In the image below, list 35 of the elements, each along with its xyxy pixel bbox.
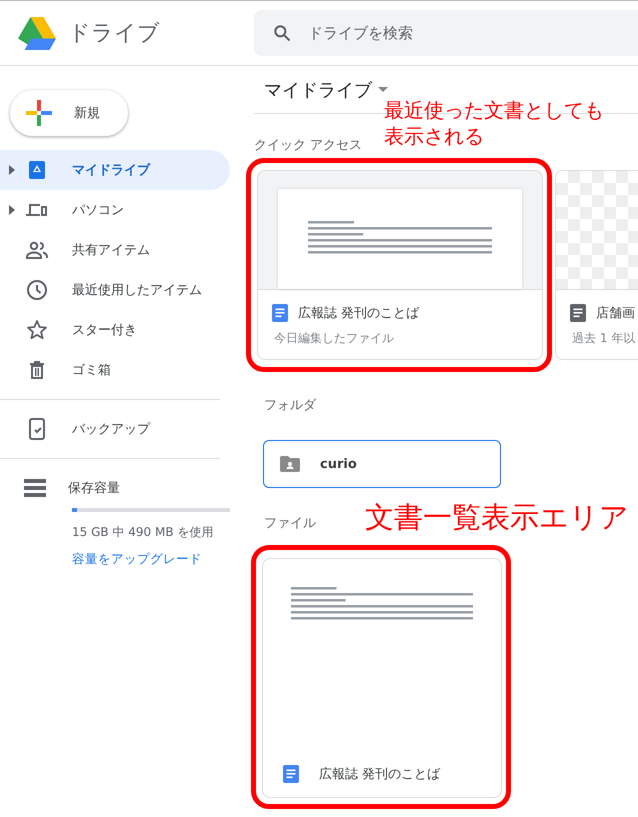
sidebar-item[interactable]: パソコン bbox=[0, 190, 230, 230]
file-subtitle: 過去 1 年以 bbox=[571, 330, 636, 347]
drive-logo-icon bbox=[18, 16, 56, 50]
annotation-text: 文書一覧表示エリア bbox=[365, 499, 629, 536]
clock-icon bbox=[25, 278, 49, 302]
expand-caret-icon[interactable] bbox=[9, 205, 15, 215]
files-heading: ファイル bbox=[264, 515, 316, 532]
file-name: 広報誌 発刊のことば bbox=[298, 305, 420, 322]
quick-access-heading: クイック アクセス bbox=[254, 137, 362, 154]
sidebar-item[interactable]: スター付き bbox=[0, 310, 230, 350]
storage-label: 保存容量 bbox=[68, 480, 120, 497]
upgrade-link[interactable]: 容量をアップグレード bbox=[72, 551, 240, 568]
file-card[interactable]: 広報誌 発刊のことば bbox=[262, 558, 502, 798]
sidebar-item[interactable]: マイドライブ bbox=[0, 150, 230, 190]
shared-folder-icon bbox=[280, 456, 300, 472]
storage-icon bbox=[24, 479, 46, 497]
dropdown-caret-icon bbox=[378, 87, 388, 92]
sidebar-item[interactable]: バックアップ bbox=[0, 409, 230, 449]
search-icon bbox=[272, 23, 292, 43]
quick-access-card[interactable]: 広報誌 発刊のことば 今日編集したファイル bbox=[257, 170, 543, 360]
app-title: ドライブ bbox=[68, 20, 160, 48]
folders-heading: フォルダ bbox=[264, 397, 316, 414]
file-name: 広報誌 発刊のことば bbox=[319, 766, 440, 783]
file-name: 店舗画 bbox=[596, 305, 635, 322]
star-icon bbox=[25, 318, 49, 342]
folder-item[interactable]: curio bbox=[263, 440, 501, 488]
sidebar-item[interactable]: 最近使用したアイテム bbox=[0, 270, 230, 310]
expand-caret-icon[interactable] bbox=[9, 165, 15, 175]
sidebar-item[interactable]: ゴミ箱 bbox=[0, 350, 230, 390]
plus-icon bbox=[26, 100, 52, 126]
storage-usage: 15 GB 中 490 MB を使用 bbox=[72, 524, 214, 541]
new-button[interactable]: 新規 bbox=[10, 90, 128, 136]
sidebar-item[interactable]: 共有アイテム bbox=[0, 230, 230, 270]
quick-access-card[interactable]: 店舗画 過去 1 年以 bbox=[555, 170, 638, 360]
file-subtitle: 今日編集したファイル bbox=[273, 330, 395, 347]
